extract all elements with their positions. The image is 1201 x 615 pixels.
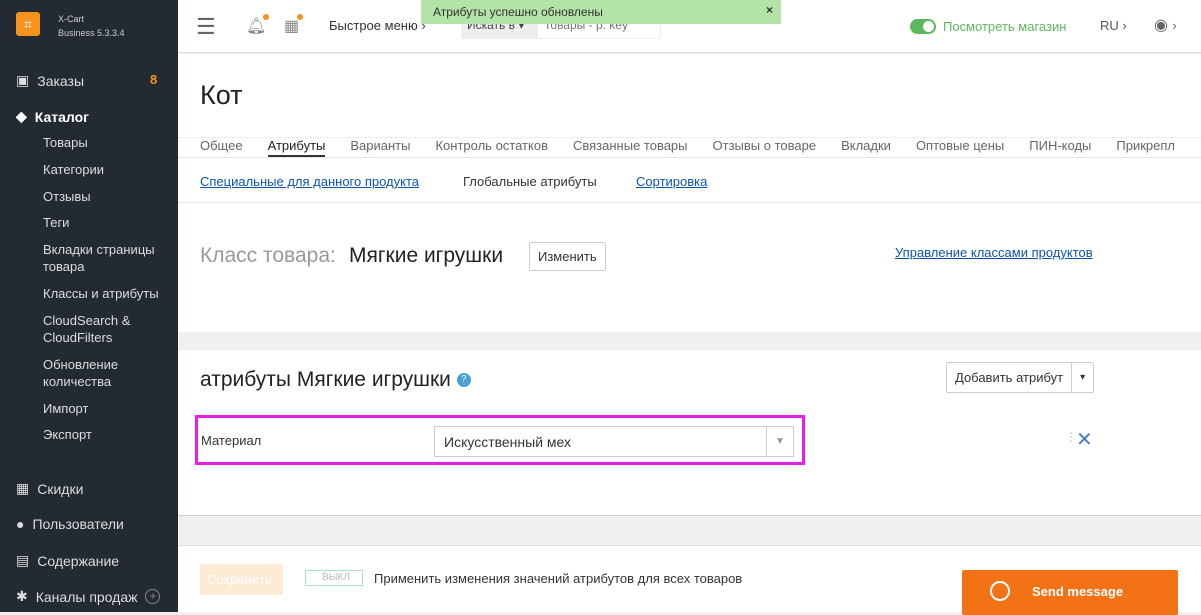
sidebar-item-sales-channels[interactable]: ✱ Каналы продаж + [16, 588, 161, 605]
apply-all-toggle[interactable]: ВЫКЛ [305, 570, 363, 586]
calculator-icon[interactable]: ▦ [284, 14, 304, 36]
add-attribute-dropdown-icon[interactable]: ▾ [1072, 363, 1093, 392]
tab-reviews[interactable]: Отзывы о товаре [713, 138, 817, 157]
apply-all-label: Применить изменения значений атрибутов д… [374, 571, 743, 586]
product-panel: Кот Общее Атрибуты Варианты Контроль ост… [178, 54, 1201, 332]
subtab-global[interactable]: Глобальные атрибуты [463, 174, 597, 189]
send-message-button[interactable]: Send message [962, 570, 1178, 615]
bell-icon[interactable]: 🔔︎ [246, 14, 270, 36]
sidebar-subitem[interactable]: Вкладки страницы товара [43, 241, 168, 275]
language-selector[interactable]: RU › [1100, 18, 1127, 33]
sidebar-subitem[interactable]: Экспорт [43, 426, 168, 443]
xcart-logo-icon[interactable]: ⌗ [16, 12, 40, 36]
help-icon[interactable]: ? [456, 373, 471, 388]
footer-bar: Сохранить ВЫКЛ Применить изменения значе… [178, 545, 1201, 615]
add-icon[interactable]: + [145, 589, 161, 604]
sidebar: ⌗ X-Cart Business 5.3.3.4 ▣ Заказы 8 ◆ Ката… [0, 0, 178, 612]
save-button[interactable]: Сохранить [200, 564, 283, 595]
view-store-toggle[interactable] [910, 19, 936, 34]
subtab-sorting[interactable]: Сортировка [636, 174, 707, 189]
brand: X-Cart Business 5.3.3.4 [58, 14, 125, 38]
attributes-heading: атрибуты Мягкие игрушки ? [200, 368, 471, 392]
sidebar-subitem[interactable]: Категории [43, 161, 168, 178]
tab-related[interactable]: Связанные товары [573, 138, 688, 157]
subtab-product-specific[interactable]: Специальные для данного продукта [200, 174, 419, 189]
sidebar-subitem[interactable]: Товары [43, 134, 168, 151]
tab-tabs[interactable]: Вкладки [841, 138, 891, 157]
sidebar-subitem[interactable]: Классы и атрибуты [43, 285, 168, 302]
orders-icon: ▣ [16, 72, 30, 88]
tab-variants[interactable]: Варианты [350, 138, 410, 157]
attribute-value-select[interactable]: Искусственный мех ▼ [434, 426, 794, 457]
content-icon: ▤ [16, 552, 30, 568]
tag-icon: ◆ [16, 108, 27, 124]
sidebar-item-discounts[interactable]: ▦ Скидки [16, 480, 83, 497]
chat-icon [990, 581, 1010, 601]
product-tabs: Общее Атрибуты Варианты Контроль остатко… [200, 138, 1175, 157]
sidebar-subitem[interactable]: CloudSearch & CloudFilters [43, 312, 168, 346]
attribute-name: Материал [201, 433, 262, 448]
quick-menu[interactable]: Быстрое меню › [329, 18, 426, 33]
view-store-link[interactable]: Посмотреть магазин [943, 19, 1066, 34]
tab-attachments[interactable]: Прикрепл [1116, 138, 1175, 157]
orders-count-badge: 8 [150, 72, 158, 87]
add-attribute-group: Добавить атрибут ▾ [946, 362, 1095, 393]
gift-icon: ▦ [16, 480, 30, 496]
class-label: Класс товара: [200, 244, 336, 267]
sidebar-subitem[interactable]: Теги [43, 214, 168, 231]
sidebar-subitem[interactable]: Обновление количества [43, 356, 168, 390]
tab-inventory[interactable]: Контроль остатков [435, 138, 548, 157]
sidebar-subitem[interactable]: Отзывы [43, 188, 168, 205]
tab-attributes[interactable]: Атрибуты [267, 138, 326, 157]
hamburger-menu-icon[interactable]: ☰ [196, 14, 216, 40]
remove-attribute-icon[interactable]: ✕ [1076, 427, 1093, 452]
page-title: Кот [200, 80, 243, 110]
channels-icon: ✱ [16, 588, 28, 604]
close-icon[interactable]: × [766, 3, 773, 17]
user-menu[interactable]: ◉ › [1154, 15, 1177, 35]
change-class-button[interactable]: Изменить [529, 242, 606, 271]
add-attribute-button[interactable]: Добавить атрибут [947, 363, 1073, 392]
manage-classes-link[interactable]: Управление классами продуктов [895, 245, 1093, 260]
sidebar-item-users[interactable]: ● Пользователи [16, 516, 124, 532]
chevron-down-icon: ▼ [766, 427, 793, 456]
sidebar-subitem[interactable]: Импорт [43, 400, 168, 417]
class-value: Мягкие игрушки [349, 244, 504, 267]
user-avatar-icon: ◉ [1154, 17, 1168, 34]
tab-wholesale[interactable]: Оптовые цены [916, 138, 1004, 157]
success-toast: Атрибуты успешно обновлены × [421, 0, 781, 24]
sidebar-item-orders[interactable]: ▣ Заказы [16, 72, 84, 89]
tab-pin-codes[interactable]: ПИН-коды [1029, 138, 1091, 157]
sidebar-item-content[interactable]: ▤ Содержание [16, 552, 119, 569]
sidebar-item-catalog[interactable]: ◆ Каталог [16, 108, 89, 125]
tab-general[interactable]: Общее [200, 138, 243, 157]
users-icon: ● [16, 516, 25, 532]
attributes-section: атрибуты Мягкие игрушки ? Добавить атриб… [178, 350, 1201, 516]
